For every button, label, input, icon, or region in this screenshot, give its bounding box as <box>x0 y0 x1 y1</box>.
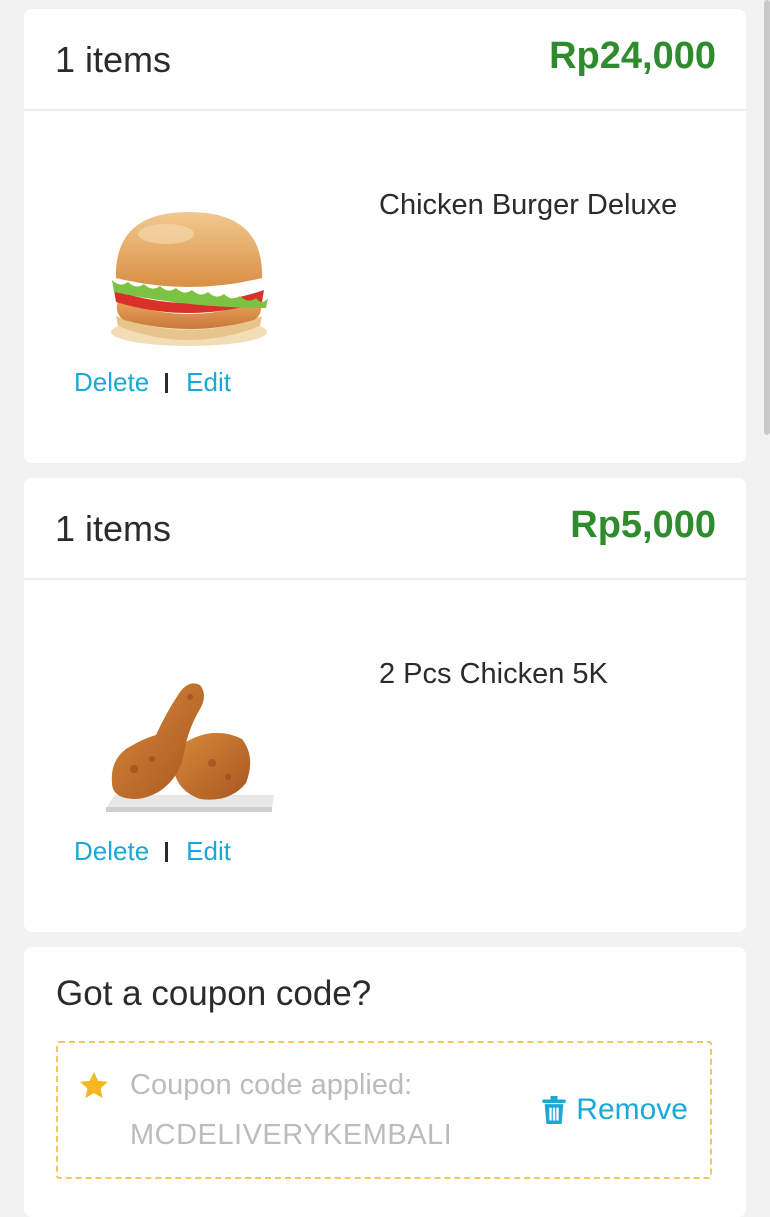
coupon-applied-box: Coupon code applied: MCDELIVERYKEMBALI R… <box>56 1041 712 1179</box>
item-actions: Delete Edit <box>74 367 231 398</box>
coupon-code: MCDELIVERYKEMBALI <box>130 1119 453 1151</box>
burger-image <box>111 212 268 346</box>
action-separator <box>165 842 169 862</box>
edit-button[interactable]: Edit <box>186 367 231 397</box>
cart-item-header: 1 items Rp5,000 <box>24 478 746 580</box>
item-price: Rp24,000 <box>549 35 716 77</box>
item-count: 1 items <box>55 39 172 80</box>
cart-item-card: 1 items Rp5,000 2 Pcs Chicken 5K Delete E… <box>24 478 746 932</box>
item-price: Rp5,000 <box>570 504 716 546</box>
coupon-title: Got a coupon code? <box>56 974 372 1013</box>
star-icon <box>80 1072 108 1098</box>
item-name: Chicken Burger Deluxe <box>379 189 678 221</box>
coupon-card: Got a coupon code? Coupon code applied: … <box>24 947 746 1217</box>
remove-label: Remove <box>576 1093 688 1126</box>
edit-button[interactable]: Edit <box>186 836 231 866</box>
delete-button[interactable]: Delete <box>74 836 149 866</box>
delete-button[interactable]: Delete <box>74 367 149 397</box>
action-separator <box>165 373 169 393</box>
scrollbar[interactable] <box>764 0 770 435</box>
item-actions: Delete Edit <box>74 836 231 867</box>
fried-chicken-image <box>106 683 274 812</box>
coupon-applied-label: Coupon code applied: <box>130 1069 413 1101</box>
cart-item-card: 1 items Rp24,000 Chicken Burger Deluxe D… <box>24 9 746 463</box>
cart-item-header: 1 items Rp24,000 <box>24 9 746 111</box>
item-count: 1 items <box>55 508 172 549</box>
item-name: 2 Pcs Chicken 5K <box>379 658 608 690</box>
trash-icon <box>542 1096 566 1124</box>
remove-coupon-button[interactable]: Remove <box>542 1093 688 1127</box>
